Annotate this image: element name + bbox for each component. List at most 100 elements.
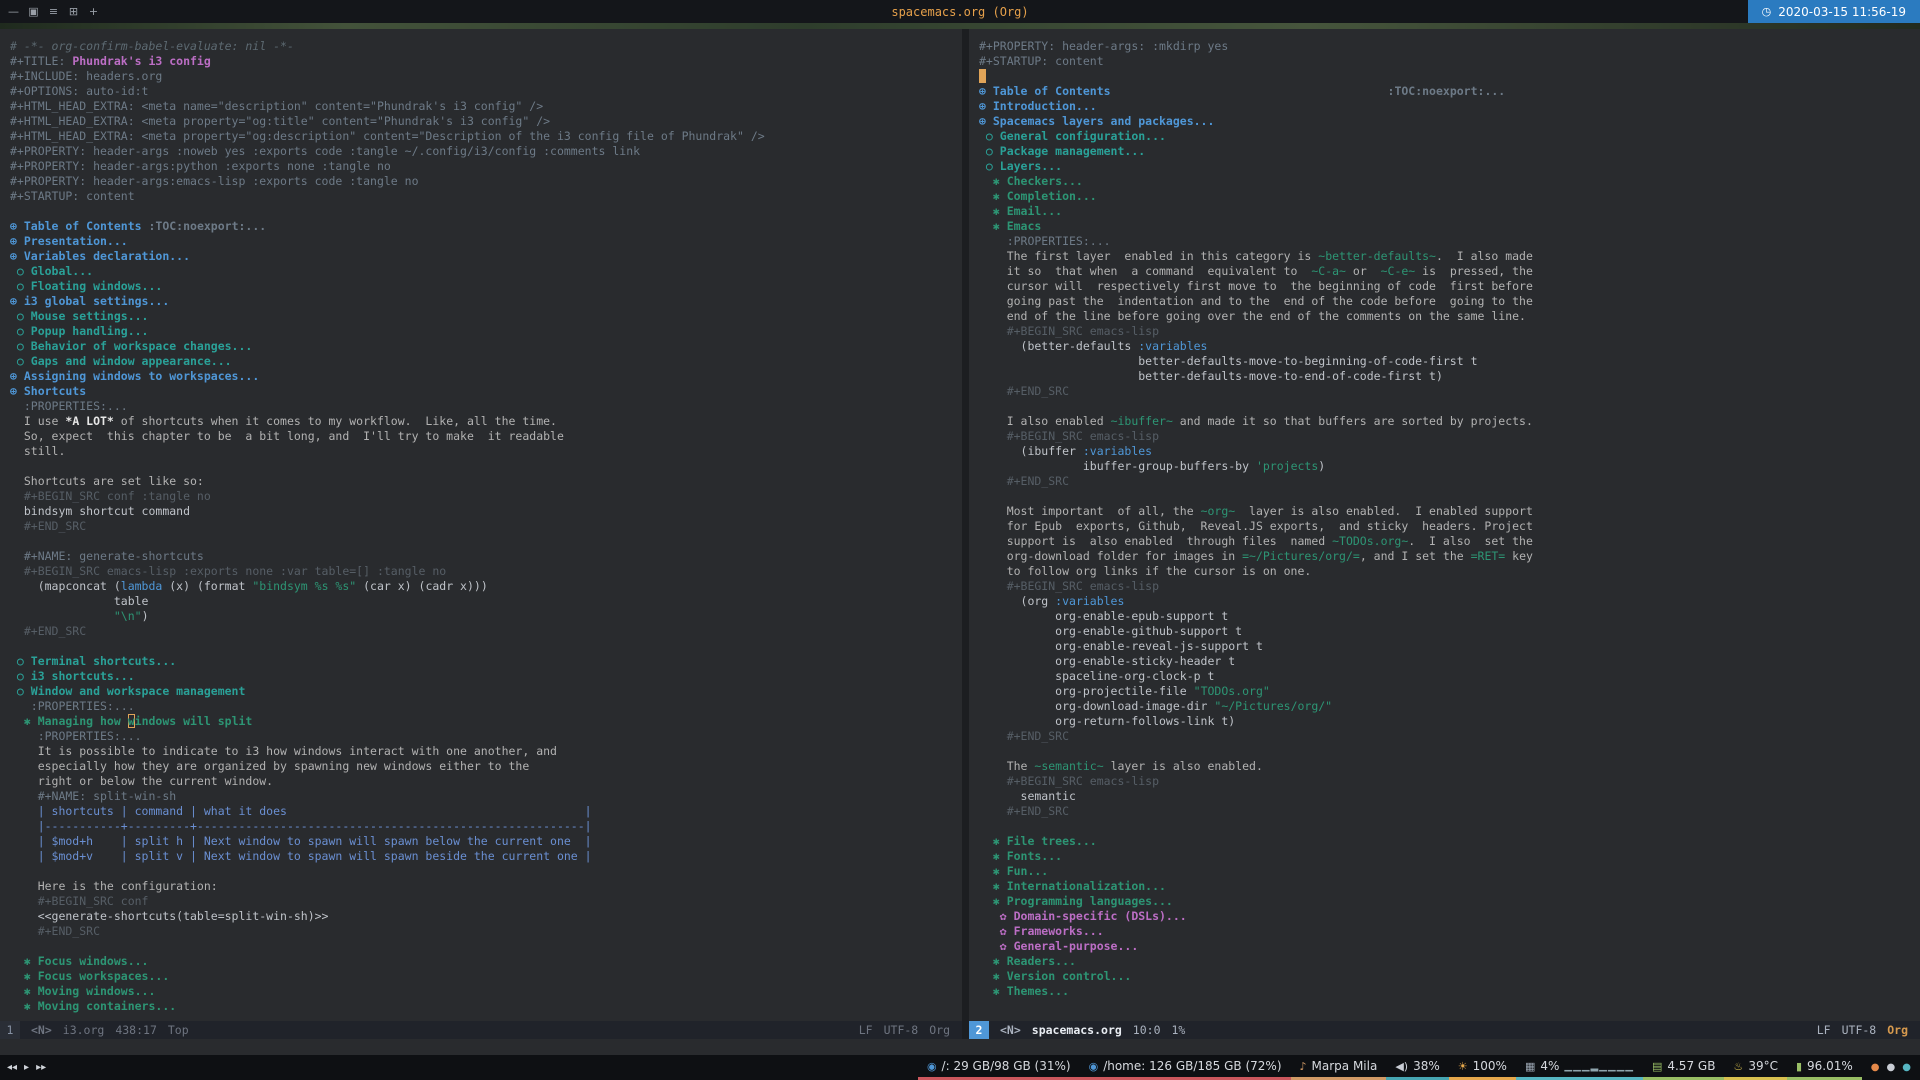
cpu-graph: ▁▁▁▂▁▁▁▁	[1564, 1060, 1634, 1072]
battery-value: 96.01%	[1807, 1059, 1853, 1073]
text-run: layer is also enabled.	[1103, 759, 1263, 773]
evil-state: <N>	[1000, 1023, 1021, 1037]
window-icon-3[interactable]: ≡	[47, 5, 60, 18]
text-run	[1111, 84, 1388, 98]
text-run: =~/Pictures/org/=	[1242, 549, 1360, 563]
buffer-line: #+END_SRC	[979, 384, 1920, 399]
play-pause-icon[interactable]: ▸	[24, 1062, 29, 1073]
module-disk-home[interactable]: ◉ /home: 126 GB/185 GB (72%)	[1079, 1055, 1291, 1080]
window-icon-2[interactable]: ▣	[27, 5, 40, 18]
buffer-line: I use *A LOT* of shortcuts when it comes…	[10, 414, 962, 429]
buffer-line: #+PROPERTY: header-args :noweb yes :expo…	[10, 144, 962, 159]
module-cpu[interactable]: ▦ 4% ▁▁▁▂▁▁▁▁	[1515, 1055, 1643, 1080]
buffer-spacemacs-org[interactable]: #+PROPERTY: header-args: :mkdirp yes #+ST…	[969, 29, 1920, 1021]
buffer-line	[979, 69, 1920, 84]
buffer-line: :PROPERTIES:...	[10, 699, 962, 714]
text-run: ⊕ Table of Contents	[10, 219, 149, 233]
text-run: ⊕ Shortcuts	[10, 384, 87, 398]
text-run: Phundrak's i3 config	[72, 54, 211, 68]
buffer-line	[10, 864, 962, 879]
window-divider[interactable]	[962, 29, 969, 1039]
text-run: or	[1345, 264, 1381, 278]
tray-redshift-icon[interactable]: ●	[1871, 1062, 1880, 1073]
previous-track-icon[interactable]: ◂◂	[7, 1062, 17, 1073]
buffer-line: ✿ General-purpose...	[979, 939, 1920, 954]
module-battery[interactable]: ▮ 96.01%	[1786, 1055, 1862, 1080]
buffer-line: |-----------+---------+-----------------…	[10, 819, 962, 834]
text-run: it so that when a command equivalent to	[979, 264, 1312, 278]
buffer-line: # -*- org-confirm-babel-evaluate: nil -*…	[10, 39, 962, 54]
buffer-line: ○ i3 shortcuts...	[10, 669, 962, 684]
module-now-playing[interactable]: ♪ Marpa Mila	[1290, 1055, 1387, 1080]
clock-module[interactable]: ◷ 2020-03-15 11:56-19	[1747, 0, 1920, 23]
module-memory[interactable]: ▤ 4.57 GB	[1642, 1055, 1725, 1080]
buffer-line: spaceline-org-clock-p t	[979, 669, 1920, 684]
text-run: support is also enabled through files na…	[979, 534, 1333, 548]
text-run: :TOC:noexport:...	[148, 219, 267, 233]
buffer-line: #+PROPERTY: header-args:python :exports …	[10, 159, 962, 174]
tray-network-icon[interactable]: ●	[1887, 1062, 1896, 1073]
buffer-line: ⊕ Shortcuts	[10, 384, 962, 399]
buffer-line: semantic	[979, 789, 1920, 804]
text-run: ○ Layers...	[979, 159, 1063, 173]
text-run: ○ Window and workspace management	[10, 684, 246, 698]
buffer-i3-org[interactable]: # -*- org-confirm-babel-evaluate: nil -*…	[0, 29, 962, 1021]
text-run: ✱ Checkers...	[979, 174, 1083, 188]
buffer-line: (better-defaults :variables	[979, 339, 1920, 354]
text-run: Most important of all, the	[979, 504, 1201, 518]
text-run: ○ Terminal shortcuts...	[10, 654, 177, 668]
emacs-frame: # -*- org-confirm-babel-evaluate: nil -*…	[0, 29, 1920, 1039]
buffer-line: ○ Terminal shortcuts...	[10, 654, 962, 669]
window-number: 2	[969, 1021, 989, 1039]
brightness-icon: ☀	[1457, 1059, 1468, 1073]
buffer-line: | $mod+h | split h | Next window to spaw…	[10, 834, 962, 849]
text-run: #+INCLUDE: headers.org	[10, 69, 163, 83]
text-run: #+END_SRC	[10, 519, 87, 533]
text-run: ✱ Moving containers...	[10, 999, 177, 1013]
module-volume[interactable]: ◀) 38%	[1386, 1055, 1449, 1080]
window-icon-1[interactable]: —	[7, 5, 20, 18]
system-tray: ● ● ●	[1862, 1055, 1920, 1080]
text-run: "TODOs.org"	[1193, 684, 1270, 698]
echo-area	[0, 1039, 1920, 1055]
buffer-line: #+BEGIN_SRC conf :tangle no	[10, 489, 962, 504]
buffer-line: cursor will respectively first move to t…	[979, 279, 1920, 294]
text-run: The first layer enabled in this category…	[979, 249, 1319, 263]
text-run: ✱ Managing how	[10, 714, 128, 728]
text-run: ~C-e~	[1380, 264, 1416, 278]
window-number: 1	[0, 1021, 20, 1039]
text-run: I also enabled	[979, 414, 1111, 428]
text-run	[10, 609, 114, 623]
buffer-name: i3.org	[62, 1023, 105, 1037]
text-run: #+PROPERTY: header-args:emacs-lisp :expo…	[10, 174, 419, 188]
tray-bluetooth-icon[interactable]: ●	[1902, 1062, 1911, 1073]
window-icon-5[interactable]: +	[87, 5, 100, 18]
text-run: org-download folder for images in	[979, 549, 1243, 563]
buffer-line: ✱ Focus workspaces...	[10, 969, 962, 984]
text-run: |-----------+---------+-----------------…	[10, 819, 592, 833]
now-playing-icon: ♪	[1299, 1059, 1307, 1073]
text-cursor	[979, 69, 986, 83]
text-run: It is possible to indicate to i3 how win…	[10, 744, 557, 758]
buffer-line: ○ Behavior of workspace changes...	[10, 339, 962, 354]
text-run: (mapconcat (	[10, 579, 121, 593]
text-run: . I also set the	[1408, 534, 1533, 548]
window-icon-4[interactable]: ⊞	[67, 5, 80, 18]
module-temperature[interactable]: ♨ 39°C	[1724, 1055, 1787, 1080]
text-run: <<generate-shortcuts(table=split-win-sh)…	[10, 909, 329, 923]
text-run: . I also made	[1435, 249, 1533, 263]
text-run: ✿ Domain-specific (DSLs)...	[979, 909, 1187, 923]
buffer-line: org-enable-reveal-js-support t	[979, 639, 1920, 654]
text-run: bindsym shortcut command	[10, 504, 191, 518]
text-run: ✱ Fonts...	[979, 849, 1063, 863]
next-track-icon[interactable]: ▸▸	[36, 1062, 46, 1073]
text-run: ~ibuffer~	[1110, 414, 1173, 428]
module-disk-root[interactable]: ◉ /: 29 GB/98 GB (31%)	[917, 1055, 1080, 1080]
text-run: ~TODOs.org~	[1332, 534, 1409, 548]
text-run: still.	[10, 444, 66, 458]
memory-icon: ▤	[1651, 1059, 1663, 1073]
buffer-line: ○ Package management...	[979, 144, 1920, 159]
module-brightness[interactable]: ☀ 100%	[1448, 1055, 1516, 1080]
buffer-line	[10, 939, 962, 954]
buffer-line: :PROPERTIES:...	[10, 399, 962, 414]
